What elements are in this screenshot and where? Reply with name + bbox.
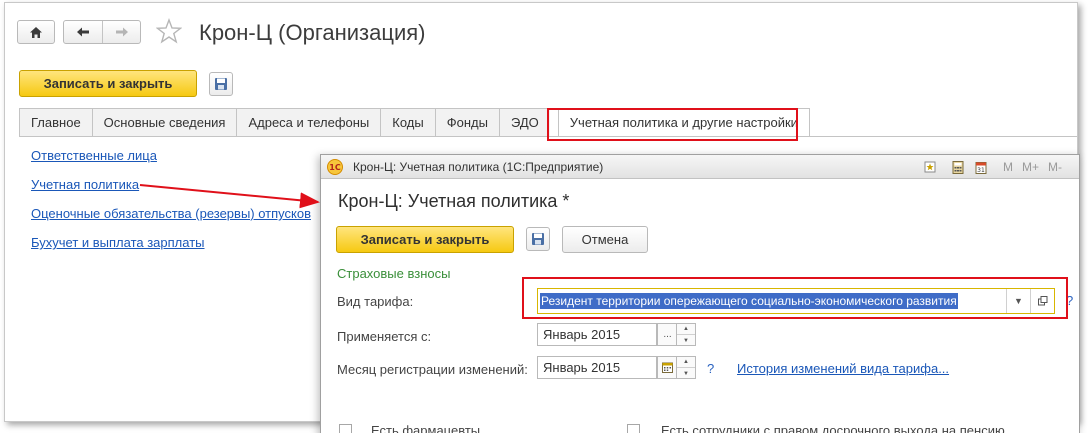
tariff-history-link[interactable]: История изменений вида тарифа... — [737, 361, 949, 376]
calendar-icon[interactable]: 31 — [973, 159, 989, 175]
early-pension-label: Есть сотрудники с правом досрочного выхо… — [661, 423, 1005, 433]
pharmacists-checkbox[interactable] — [339, 424, 352, 433]
home-button[interactable] — [17, 20, 55, 44]
memory-m-button[interactable]: M — [1003, 160, 1013, 174]
highlight-frame-tariff — [522, 277, 1068, 319]
star-icon[interactable] — [156, 18, 182, 44]
tab-codes[interactable]: Коды — [380, 108, 435, 137]
pharmacists-label: Есть фармацевты — [371, 423, 481, 433]
svg-text:31: 31 — [977, 167, 985, 174]
month-stepper[interactable]: ▲ ▼ — [676, 323, 696, 346]
reg-month-label: Месяц регистрации изменений: — [337, 362, 528, 377]
applies-from-label: Применяется с: — [337, 329, 432, 344]
select-button[interactable]: ... — [657, 323, 678, 346]
page-title: Крон-Ц (Организация) — [199, 20, 426, 45]
reg-month-stepper[interactable]: ▲ ▼ — [676, 356, 696, 379]
tab-edo[interactable]: ЭДО — [498, 108, 550, 137]
home-icon — [30, 26, 42, 38]
memory-m-plus-button[interactable]: M+ — [1022, 160, 1039, 174]
arrow-right-icon — [115, 27, 128, 37]
tab-main[interactable]: Главное — [19, 108, 92, 137]
highlight-frame-tab — [547, 108, 798, 141]
calendar-picker-icon[interactable] — [657, 356, 678, 379]
dialog-titlebar: 1С Крон-Ц: Учетная политика (1С:Предприя… — [321, 155, 1079, 179]
dialog-save-button[interactable] — [526, 227, 550, 251]
link-responsible-persons[interactable]: Ответственные лица — [31, 148, 157, 163]
save-and-close-button[interactable]: Записать и закрыть — [19, 70, 197, 97]
link-accounting-policy[interactable]: Учетная политика — [31, 177, 139, 192]
floppy-disk-icon — [532, 233, 544, 245]
bookmark-icon[interactable] — [922, 159, 938, 175]
dialog-title: Крон-Ц: Учетная политика * — [338, 191, 570, 211]
tab-addresses-phones[interactable]: Адреса и телефоны — [236, 108, 381, 137]
dialog-save-and-close-button[interactable]: Записать и закрыть — [336, 226, 514, 253]
history-navigation — [63, 20, 141, 44]
arrow-left-icon — [77, 27, 89, 37]
save-button[interactable] — [209, 72, 233, 96]
tariff-label: Вид тарифа: — [337, 294, 414, 309]
tab-funds[interactable]: Фонды — [434, 108, 499, 137]
tab-basic-info[interactable]: Основные сведения — [91, 108, 237, 137]
link-vacation-reserves[interactable]: Оценочные обязательства (резервы) отпуск… — [31, 206, 311, 221]
applies-from-input[interactable]: Январь 2015 — [537, 323, 657, 346]
forward-button[interactable] — [102, 21, 140, 43]
cancel-button[interactable]: Отмена — [562, 226, 648, 253]
calculator-icon[interactable] — [950, 159, 966, 175]
link-payroll-accounting[interactable]: Бухучет и выплата зарплаты — [31, 235, 205, 250]
dialog-window-title: Крон-Ц: Учетная политика (1С:Предприятие… — [353, 160, 604, 174]
early-pension-checkbox[interactable] — [627, 424, 640, 433]
back-button[interactable] — [64, 21, 102, 43]
floppy-disk-icon — [215, 78, 227, 90]
1c-logo-icon: 1С — [327, 159, 343, 175]
memory-m-minus-button[interactable]: M- — [1048, 160, 1062, 174]
reg-month-input[interactable]: Январь 2015 — [537, 356, 657, 379]
section-title-insurance: Страховые взносы — [337, 266, 451, 281]
help-icon[interactable]: ? — [707, 361, 714, 376]
